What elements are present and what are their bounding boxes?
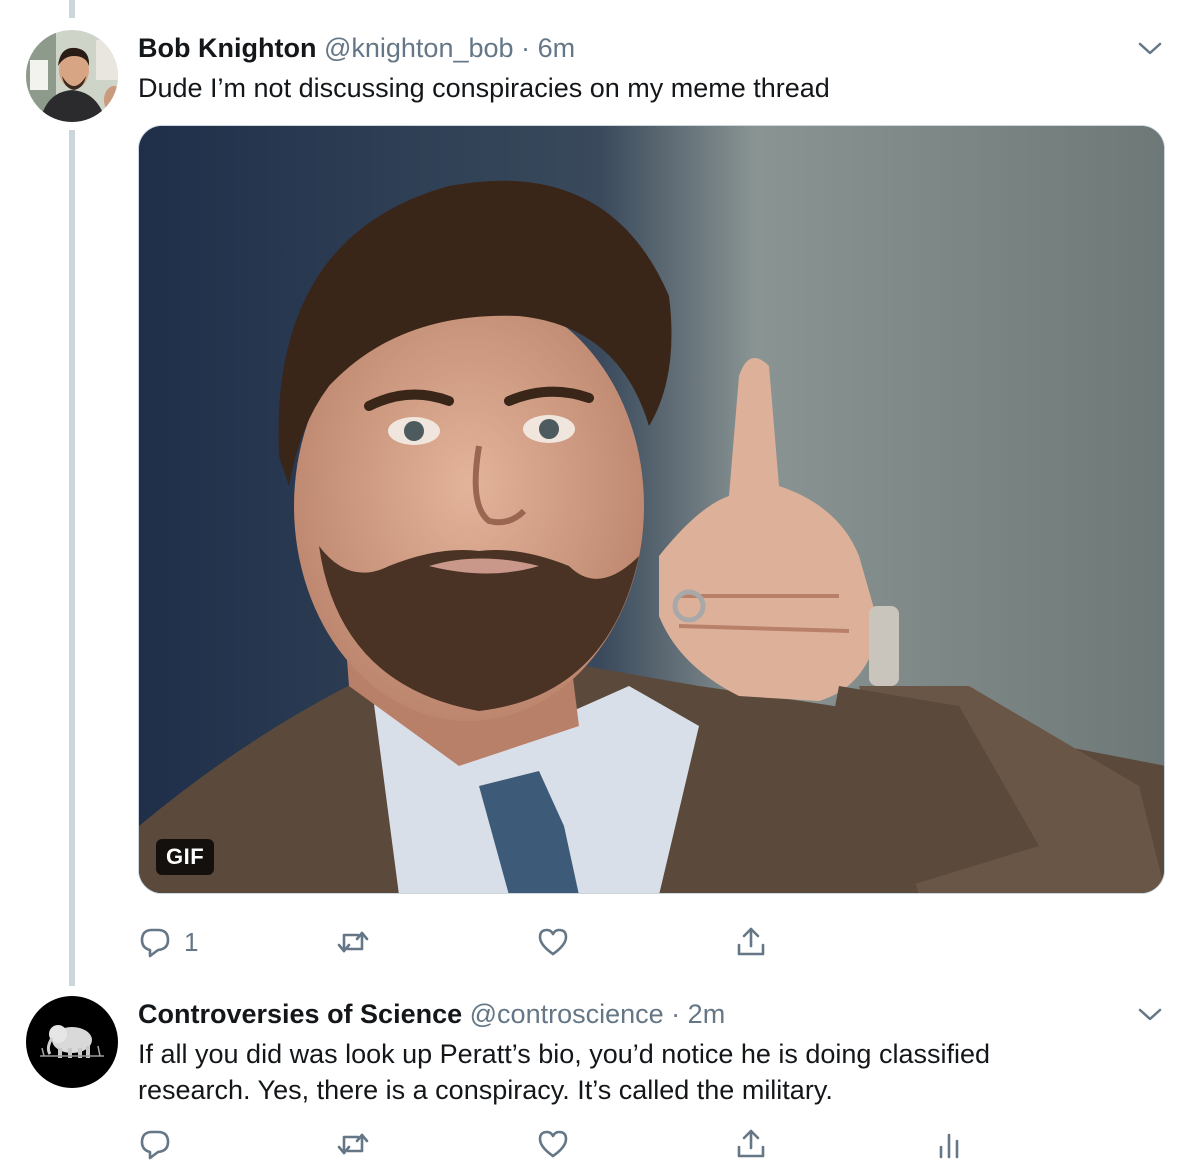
- analytics-icon: [939, 1133, 959, 1159]
- tweet-timestamp[interactable]: 2m: [688, 999, 726, 1029]
- tweet-timestamp[interactable]: 6m: [538, 33, 576, 63]
- header-separator: ·: [521, 33, 531, 63]
- reply-count: 1: [184, 926, 199, 957]
- share-icon: [737, 927, 765, 956]
- tweet-header: Controversies of Science @controscience …: [138, 997, 725, 1031]
- tweet-header: Bob Knighton @knighton_bob · 6m: [138, 31, 575, 65]
- reply-button[interactable]: [138, 1124, 172, 1164]
- thread-line: [69, 130, 75, 986]
- reply-button[interactable]: 1: [138, 922, 198, 962]
- avatar[interactable]: [26, 996, 118, 1088]
- tweet-actions: [138, 1124, 1038, 1164]
- retweet-icon: [337, 931, 369, 953]
- reply-icon: [140, 1130, 170, 1160]
- analytics-button[interactable]: [932, 1124, 966, 1164]
- share-icon: [737, 1129, 765, 1158]
- thread-line-top: [69, 0, 75, 18]
- retweet-button[interactable]: [336, 922, 370, 962]
- gif-badge: GIF: [156, 839, 215, 875]
- retweet-button[interactable]: [336, 1124, 370, 1164]
- author-handle[interactable]: @controscience: [470, 999, 664, 1029]
- like-button[interactable]: [536, 1124, 570, 1164]
- author-handle[interactable]: @knighton_bob: [324, 33, 514, 63]
- tweet-text: If all you did was look up Peratt’s bio,…: [138, 1039, 990, 1105]
- chevron-down-icon[interactable]: [1136, 34, 1164, 62]
- avatar[interactable]: [26, 30, 118, 122]
- reply-icon: [140, 928, 170, 958]
- like-icon: [538, 928, 568, 956]
- tweet-text: Dude I’m not discussing conspiracies on …: [138, 73, 830, 103]
- like-button[interactable]: [536, 922, 570, 962]
- header-separator: ·: [671, 999, 681, 1029]
- gif-image: [139, 126, 1164, 893]
- share-button[interactable]: [734, 1124, 768, 1164]
- gif-media[interactable]: GIF: [138, 125, 1165, 894]
- author-name[interactable]: Controversies of Science: [138, 999, 462, 1029]
- chevron-down-icon[interactable]: [1136, 1000, 1164, 1028]
- retweet-icon: [337, 1133, 369, 1155]
- share-button[interactable]: [734, 922, 768, 962]
- tweet-actions: 1: [138, 922, 1038, 962]
- author-name[interactable]: Bob Knighton: [138, 33, 316, 63]
- like-icon: [538, 1130, 568, 1158]
